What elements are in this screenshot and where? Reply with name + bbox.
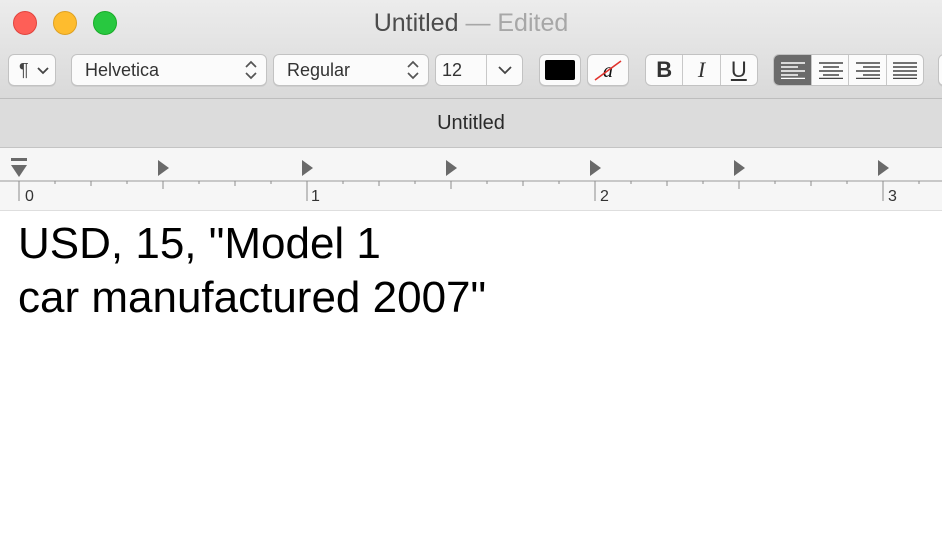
line-spacing-button[interactable] — [938, 54, 942, 86]
ruler-scale — [0, 158, 942, 201]
align-left-icon — [781, 62, 805, 79]
tab-bar: Untitled — [0, 99, 942, 148]
text-line: USD, 15, "Model 1 — [18, 219, 381, 268]
alignment-buttons — [773, 54, 924, 86]
left-indent-marker[interactable] — [11, 165, 27, 177]
chevron-down-icon — [498, 66, 512, 75]
tab-stop-marker[interactable] — [878, 160, 889, 176]
text-line: car manufactured 2007" — [18, 273, 487, 322]
text-color-swatch — [545, 60, 575, 80]
font-size-combo: 12 — [435, 54, 523, 86]
tab-stop-marker[interactable] — [158, 160, 169, 176]
text-style-buttons: B I U — [645, 54, 758, 86]
ruler-label: 2 — [600, 188, 609, 205]
tab-stop-marker[interactable] — [590, 160, 601, 176]
font-family-popup[interactable]: Helvetica — [71, 54, 267, 86]
up-down-chevron-icon — [407, 60, 419, 80]
font-size-field[interactable]: 12 — [436, 55, 487, 85]
font-style-popup[interactable]: Regular — [273, 54, 429, 86]
document-text-area[interactable]: USD, 15, "Model 1 car manufactured 2007" — [18, 217, 578, 325]
chevron-down-icon — [37, 67, 49, 75]
align-center-button[interactable] — [812, 55, 849, 85]
font-size-value: 12 — [442, 60, 463, 80]
tab-title[interactable]: Untitled — [0, 111, 942, 135]
paragraph-style-button[interactable]: ¶ — [8, 54, 56, 86]
window-title: Untitled — Edited — [0, 9, 942, 37]
background-color-well[interactable]: a — [587, 54, 629, 86]
underline-button[interactable]: U — [721, 55, 757, 85]
ruler-label: 0 — [25, 188, 34, 205]
ruler-label: 3 — [888, 188, 897, 205]
title-bar: Untitled — Edited ¶ Helvetica Regular 12 — [0, 0, 942, 99]
font-size-dropdown-button[interactable] — [487, 55, 522, 85]
justify-icon — [892, 62, 917, 79]
italic-button[interactable]: I — [683, 55, 721, 85]
ruler: 0 1 2 3 — [0, 148, 942, 211]
tab-stop-marker[interactable] — [734, 160, 745, 176]
up-down-chevron-icon — [245, 60, 257, 80]
justify-button[interactable] — [887, 55, 924, 85]
pilcrow-icon: ¶ — [19, 60, 29, 80]
bold-button[interactable]: B — [646, 55, 684, 85]
align-right-button[interactable] — [849, 55, 887, 85]
text-color-well[interactable] — [539, 54, 581, 86]
ruler-label: 1 — [311, 188, 320, 205]
font-family-value: Helvetica — [85, 60, 160, 80]
window-title-text: Untitled — [373, 9, 459, 37]
align-left-button[interactable] — [774, 55, 812, 85]
first-line-indent-marker[interactable] — [11, 158, 27, 161]
no-background-color-icon: a — [594, 60, 622, 82]
tab-stop-marker[interactable] — [302, 160, 313, 176]
font-style-value: Regular — [287, 60, 351, 80]
edited-indicator: — Edited — [465, 9, 569, 37]
align-right-icon — [856, 62, 880, 79]
tab-stop-marker[interactable] — [446, 160, 457, 176]
align-center-icon — [818, 62, 843, 79]
